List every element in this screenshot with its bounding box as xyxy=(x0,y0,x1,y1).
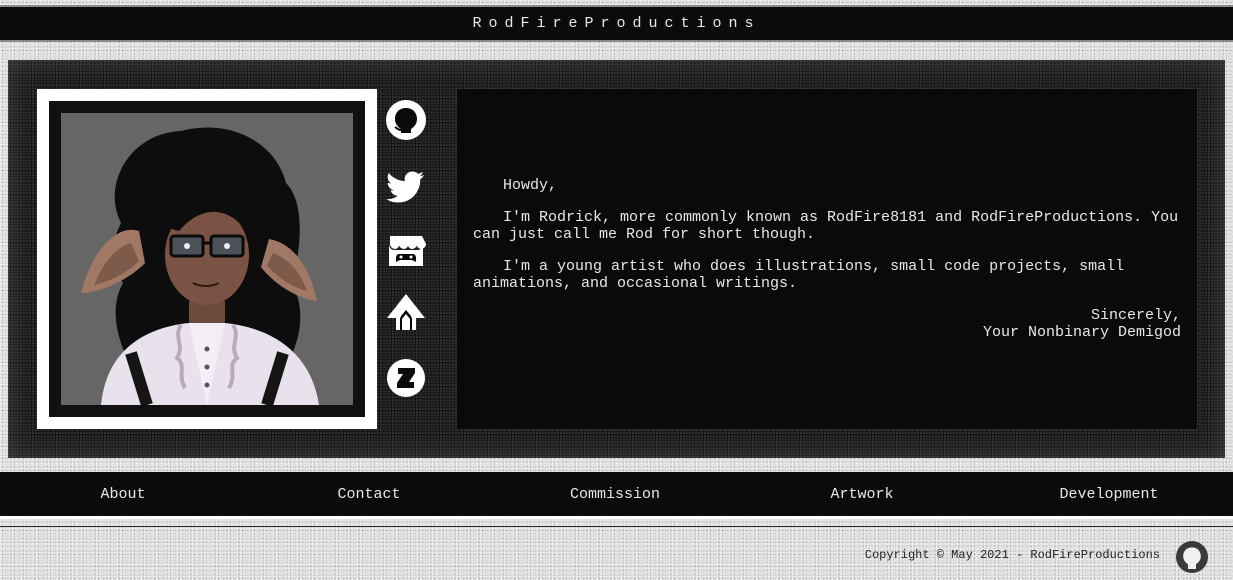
artstation-style-icon[interactable] xyxy=(386,292,426,332)
nav-divider xyxy=(0,526,1233,527)
main-panel: Howdy, I'm Rodrick, more commonly known … xyxy=(8,60,1225,458)
site-title: RodFireProductions xyxy=(472,15,761,32)
nav-commission[interactable]: Commission xyxy=(492,472,738,516)
deviantart-icon[interactable] xyxy=(386,358,426,398)
bio-panel: Howdy, I'm Rodrick, more commonly known … xyxy=(457,89,1197,429)
portrait-frame xyxy=(37,89,377,429)
footer-copyright: Copyright © May 2021 - RodFireProduction… xyxy=(864,548,1160,562)
twitter-icon[interactable] xyxy=(386,166,426,206)
nav-about[interactable]: About xyxy=(0,472,246,516)
footer-github-icon[interactable] xyxy=(1176,541,1208,573)
bio-signoff: Sincerely, Your Nonbinary Demigod xyxy=(473,307,1181,341)
github-icon[interactable] xyxy=(386,100,426,140)
bio-signature: Your Nonbinary Demigod xyxy=(982,324,1181,341)
bio-paragraph-2: I'm a young artist who does illustration… xyxy=(473,258,1134,292)
nav-development[interactable]: Development xyxy=(986,472,1232,516)
itchio-icon[interactable] xyxy=(386,230,426,270)
social-links xyxy=(382,96,430,416)
nav-artwork[interactable]: Artwork xyxy=(739,472,985,516)
main-nav: About Contact Commission Artwork Develop… xyxy=(0,472,1233,519)
bio-signoff-line: Sincerely, xyxy=(1090,307,1181,324)
site-header: RodFireProductions xyxy=(0,5,1233,42)
nav-contact[interactable]: Contact xyxy=(246,472,492,516)
bio-paragraph-1: I'm Rodrick, more commonly known as RodF… xyxy=(473,209,1188,243)
bio-greeting: Howdy, xyxy=(503,177,558,194)
portrait-image xyxy=(61,113,353,405)
